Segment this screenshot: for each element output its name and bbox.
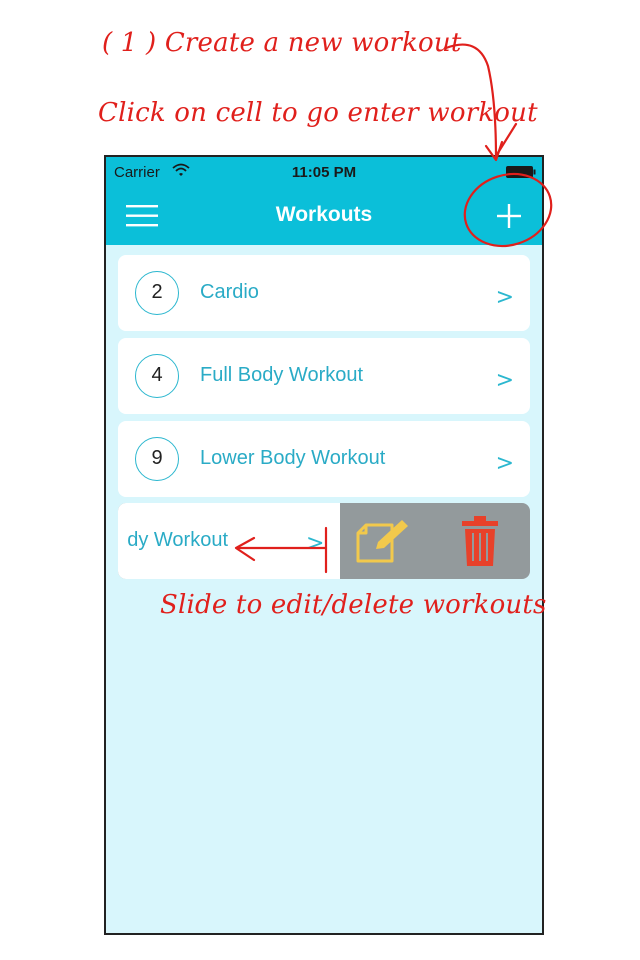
workout-cell-full-body[interactable]: 4 Full Body Workout > xyxy=(118,338,530,414)
trash-icon xyxy=(462,516,498,566)
workout-cell-swiped[interactable]: dy Workout > xyxy=(118,503,340,579)
exercise-count-badge: 2 xyxy=(135,271,179,315)
arrow-to-cell xyxy=(494,122,518,158)
workout-name: Lower Body Workout xyxy=(200,447,386,469)
chevron-right-icon: > xyxy=(495,368,514,393)
annotation-click-cell: Click on cell to go enter workout xyxy=(98,98,538,128)
status-time: 11:05 PM xyxy=(291,164,357,181)
plus-icon xyxy=(497,204,521,228)
workout-cell-cardio[interactable]: 2 Cardio > xyxy=(118,255,530,331)
chevron-right-icon: > xyxy=(495,451,514,476)
battery-icon xyxy=(506,166,536,178)
edit-workout-button[interactable] xyxy=(354,517,412,565)
navigation-bar: Workouts xyxy=(106,187,542,245)
chevron-right-icon: > xyxy=(495,285,514,310)
delete-workout-button[interactable] xyxy=(460,515,500,567)
add-workout-button[interactable] xyxy=(492,199,526,233)
workout-cell-lower-body[interactable]: 9 Lower Body Workout > xyxy=(118,421,530,497)
page-title: Workouts xyxy=(275,203,373,226)
annotation-slide-to-edit: Slide to edit/delete workouts xyxy=(160,590,547,620)
phone-screen: Carrier 11:05 PM Workouts 2 Cardio > 4 F… xyxy=(104,155,544,935)
workout-name: Full Body Workout xyxy=(200,364,364,386)
exercise-count-badge: 9 xyxy=(135,437,179,481)
workout-name: dy Workout xyxy=(127,529,228,551)
exercise-count-badge: 4 xyxy=(135,354,179,398)
workout-name: Cardio xyxy=(200,281,259,303)
chevron-right-icon: > xyxy=(306,531,325,556)
edit-note-icon xyxy=(356,520,408,563)
annotation-create-workout: ( 1 ) Create a new workout xyxy=(102,28,462,58)
swiped-workout-row[interactable]: dy Workout > xyxy=(118,503,530,579)
status-bar: Carrier 11:05 PM xyxy=(106,157,542,187)
